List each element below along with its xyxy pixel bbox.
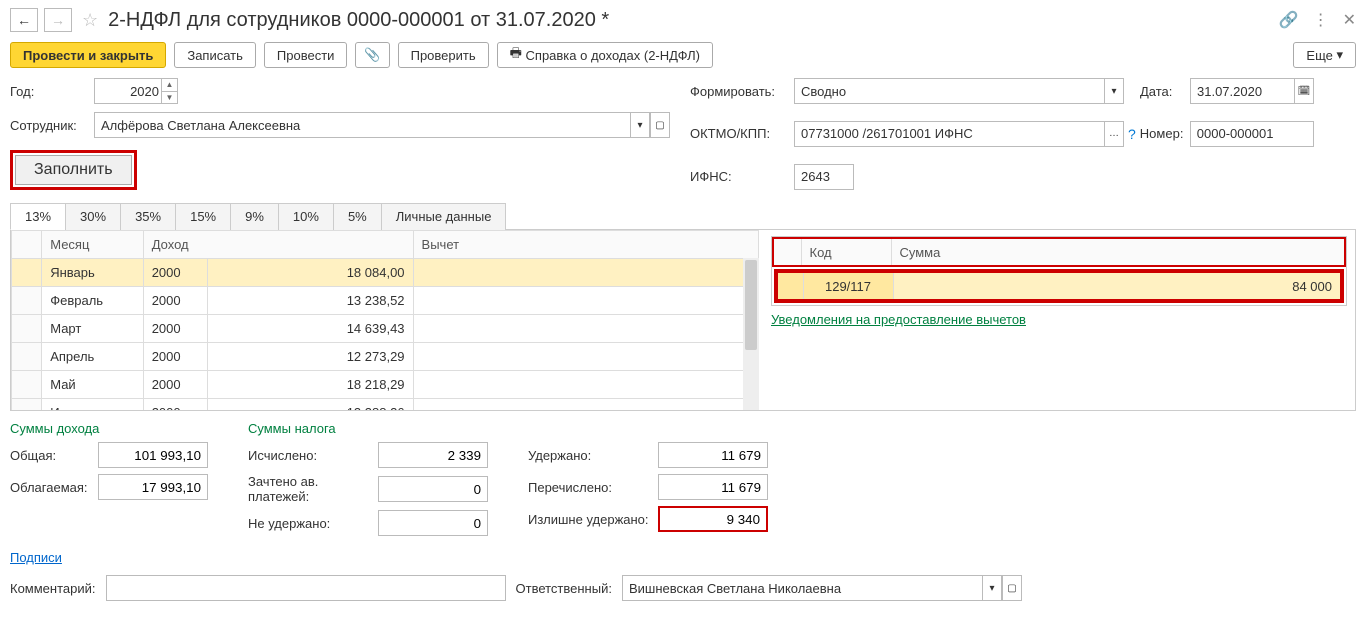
forward-button[interactable]: → [44,8,72,32]
income-row[interactable]: Июнь200013 388,26 [12,399,759,411]
deduction-table[interactable]: Код Сумма [772,237,1346,267]
col-month: Месяц [42,231,143,259]
post-button[interactable]: Провести [264,42,348,68]
responsible-open[interactable]: ▢ [1002,575,1022,601]
form-type-input[interactable]: Сводно [794,78,1104,104]
deduction-notifications-link[interactable]: Уведомления на предоставление вычетов [771,312,1026,327]
back-button[interactable]: ← [10,8,38,32]
responsible-dropdown[interactable]: ▾ [982,575,1002,601]
calculated-input[interactable] [378,442,488,468]
deduction-row[interactable]: 129/117 84 000 [777,272,1341,300]
fill-button[interactable]: Заполнить [15,155,132,185]
income-row[interactable]: Май200018 218,29 [12,371,759,399]
comment-label: Комментарий: [10,581,96,596]
scrollbar[interactable] [743,258,759,410]
number-input[interactable]: 0000-000001 [1190,121,1314,147]
oktmo-label: ОКТМО/КПП: [690,126,794,141]
taxable-input[interactable] [98,474,208,500]
date-label: Дата: [1140,84,1190,99]
held-label: Удержано: [528,448,658,463]
transferred-input[interactable] [658,474,768,500]
ifns-input[interactable]: 2643 [794,164,854,190]
transferred-label: Перечислено: [528,480,658,495]
date-input[interactable]: 31.07.2020 [1190,78,1294,104]
income-row[interactable]: Апрель200012 273,29 [12,343,759,371]
year-input[interactable]: 2020 ▲▼ [94,78,178,104]
post-and-close-button[interactable]: Провести и закрыть [10,42,166,68]
tab-10[interactable]: 10% [278,203,334,230]
tax-sums-title: Суммы налога [248,421,488,436]
fill-highlight: Заполнить [10,150,137,190]
notheld-label: Не удержано: [248,516,378,531]
responsible-label: Ответственный: [516,581,612,596]
ifns-label: ИФНС: [690,169,794,184]
overheld-input[interactable] [658,506,768,532]
taxable-label: Облагаемая: [10,480,98,495]
year-label: Год: [10,84,94,99]
link-icon[interactable]: 🔗 [1279,10,1299,30]
tab-35[interactable]: 35% [120,203,176,230]
oktmo-more[interactable]: … [1104,121,1124,147]
close-icon[interactable]: ✕ [1343,10,1356,30]
number-label: Номер: [1140,126,1190,141]
menu-icon[interactable]: ⋮ [1313,10,1329,30]
col-code: Код [801,238,891,266]
employee-dropdown[interactable]: ▾ [630,112,650,138]
overheld-label: Излишне удержано: [528,512,658,527]
employee-open[interactable]: ▢ [650,112,670,138]
employee-input[interactable]: Алфёрова Светлана Алексеевна [94,112,630,138]
credited-label: Зачтено ав. платежей: [248,474,378,504]
tab-5[interactable]: 5% [333,203,382,230]
calculated-label: Исчислено: [248,448,378,463]
oktmo-help[interactable]: ? [1128,126,1136,142]
toolbar: Провести и закрыть Записать Провести 📎 П… [10,42,1356,68]
total-input[interactable] [98,442,208,468]
oktmo-input[interactable]: 07731000 /261701001 ИФНС [794,121,1104,147]
check-button[interactable]: Проверить [398,42,489,68]
date-picker[interactable]: 🗓 [1294,78,1314,104]
col-deduction: Вычет [413,231,758,259]
held-input[interactable] [658,442,768,468]
income-sums-title: Суммы дохода [10,421,208,436]
form-type-dropdown[interactable]: ▾ [1104,78,1124,104]
window-title: 2-НДФЛ для сотрудников 0000-000001 от 31… [108,9,1273,32]
income-row[interactable]: Март200014 639,43 [12,315,759,343]
form-type-label: Формировать: [690,84,794,99]
favorite-icon[interactable]: ☆ [82,10,98,31]
responsible-input[interactable]: Вишневская Светлана Николаевна [622,575,982,601]
comment-input[interactable] [106,575,506,601]
total-label: Общая: [10,448,98,463]
income-row[interactable]: Февраль200013 238,52 [12,287,759,315]
tab-13[interactable]: 13% [10,203,66,230]
deduction-row-highlight: 129/117 84 000 [774,269,1344,303]
col-income: Доход [143,231,413,259]
year-up[interactable]: ▲ [162,79,177,92]
notheld-input[interactable] [378,510,488,536]
income-report-button[interactable]: 🖶 Справка о доходах (2-НДФЛ) [497,42,713,68]
tab-personal[interactable]: Личные данные [381,203,507,230]
tab-9[interactable]: 9% [230,203,279,230]
employee-label: Сотрудник: [10,118,94,133]
signatures-link[interactable]: Подписи [10,550,62,565]
credited-input[interactable] [378,476,488,502]
tabs: 13% 30% 35% 15% 9% 10% 5% Личные данные [10,202,1356,230]
write-button[interactable]: Записать [174,42,256,68]
more-button[interactable]: Еще ▾ [1293,42,1356,68]
year-down[interactable]: ▼ [162,92,177,104]
tab-30[interactable]: 30% [65,203,121,230]
income-row[interactable]: Январь200018 084,00 [12,259,759,287]
tab-15[interactable]: 15% [175,203,231,230]
income-table[interactable]: Месяц Доход Вычет Январь200018 084,00Фев… [11,230,759,410]
col-sum: Сумма [891,238,1345,266]
attach-button[interactable]: 📎 [355,42,389,68]
titlebar: ← → ☆ 2-НДФЛ для сотрудников 0000-000001… [10,8,1356,32]
